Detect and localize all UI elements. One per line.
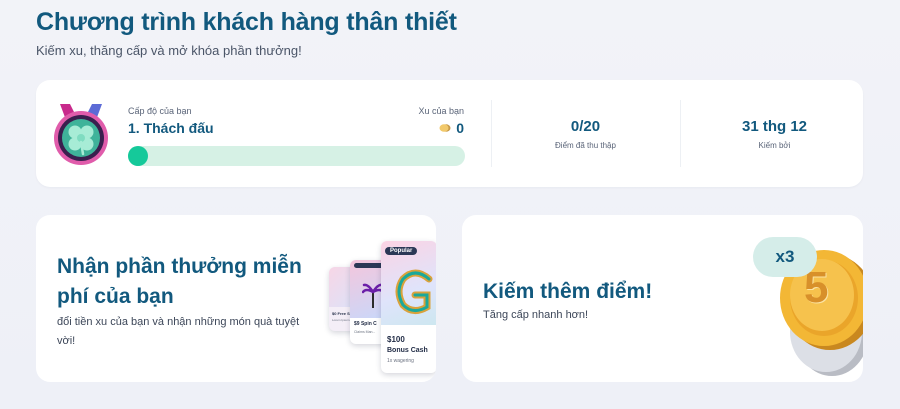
- earn-more-points-card[interactable]: Kiếm thêm điểm! Tăng cấp nhanh hơn! 5 x3: [462, 215, 863, 382]
- reward-card-front-amount: $100: [387, 335, 405, 344]
- earn-more-description: Tăng cấp nhanh hơn!: [483, 309, 589, 321]
- earned-by-stat: 31 thg 12 Kiếm bởi: [680, 118, 869, 150]
- earned-label: Kiếm bởi: [758, 141, 791, 150]
- free-rewards-card[interactable]: Nhận phần thưởng miễn phí của bạn đổi ti…: [36, 215, 436, 382]
- coins-balance: 0: [439, 120, 464, 136]
- free-rewards-title: Nhận phần thưởng miễn phí của bạn: [57, 255, 302, 308]
- clover-medal-icon: [54, 104, 108, 165]
- reward-card-front-sub: 1x wagering: [387, 358, 414, 364]
- reward-card-back-sub: Lorem Ipsum...: [332, 318, 353, 322]
- multiplier-badge: x3: [753, 237, 817, 277]
- points-label: Điểm đã thu thập: [555, 141, 616, 150]
- reward-card-middle-title: $9 Spin C: [354, 321, 377, 327]
- level-progress-bar: [128, 146, 465, 166]
- page-title: Chương trình khách hàng thân thiết: [36, 8, 457, 36]
- popular-badge: Popular: [385, 247, 418, 255]
- coins-value: 0: [456, 120, 464, 136]
- earned-value: 31 thg 12: [741, 118, 808, 135]
- points-value: 0/20: [570, 118, 601, 135]
- points-stat: 0/20 Điểm đã thu thập: [491, 118, 680, 150]
- coins-label: Xu của bạn: [418, 106, 464, 116]
- level-name: 1. Thách đấu: [128, 120, 214, 136]
- page-subtitle: Kiếm xu, thăng cấp và mở khóa phần thưởn…: [36, 43, 302, 58]
- coin-icon: [439, 124, 451, 132]
- free-rewards-description: đổi tiền xu của bạn và nhận những món qu…: [57, 316, 300, 347]
- level-label: Cấp độ của bạn: [128, 106, 192, 116]
- reward-card-front-name: Bonus Cash: [387, 347, 428, 354]
- g-logo-art-icon: [395, 269, 433, 314]
- earn-more-title: Kiếm thêm điểm!: [483, 280, 653, 303]
- reward-card-front: Popular $100 Bonus Cash 1x wagering: [381, 241, 436, 373]
- loyalty-status-card: Cấp độ của bạn 1. Thách đấu Xu của bạn 0…: [36, 80, 863, 187]
- reward-card-middle-sub: Claims Man...: [354, 330, 376, 334]
- level-progress-fill: [128, 146, 148, 166]
